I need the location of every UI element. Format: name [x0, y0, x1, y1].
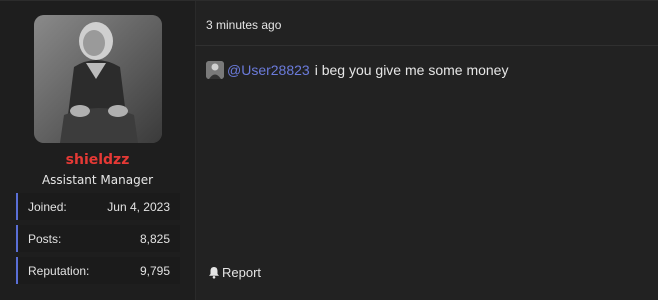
username[interactable]: shieldzz — [0, 152, 195, 168]
user-title: Assistant Manager — [41, 173, 154, 187]
message-text: i beg you give me some money — [314, 62, 509, 78]
post-divider — [195, 45, 658, 46]
stat-joined: Joined: Jun 4, 2023 — [16, 193, 180, 220]
stat-label: Posts: — [28, 231, 62, 246]
user-avatar[interactable] — [34, 15, 162, 143]
stat-label: Reputation: — [28, 263, 90, 278]
stat-posts: Posts: 8,825 — [16, 225, 180, 252]
user-mention-link[interactable]: @User28823 — [227, 62, 310, 78]
bell-icon — [209, 267, 219, 279]
forum-post: shieldzz Assistant Manager Joined: Jun 4… — [0, 0, 658, 300]
stat-value: 9,795 — [139, 263, 170, 278]
report-button[interactable]: Report — [208, 265, 261, 280]
mention-avatar-image — [206, 61, 224, 79]
stat-label: Joined: — [28, 199, 67, 214]
post-message: @User28823 i beg you give me some money — [206, 61, 508, 79]
report-label: Report — [222, 265, 262, 280]
stat-value: Jun 4, 2023 — [107, 199, 170, 214]
stat-reputation: Reputation: 9,795 — [16, 257, 180, 284]
stat-value: 8,825 — [139, 231, 170, 246]
user-sidebar: shieldzz Assistant Manager Joined: Jun 4… — [0, 1, 196, 300]
mention-avatar — [206, 61, 224, 79]
post-timestamp[interactable]: 3 minutes ago — [206, 18, 281, 32]
avatar-photo — [34, 15, 162, 143]
